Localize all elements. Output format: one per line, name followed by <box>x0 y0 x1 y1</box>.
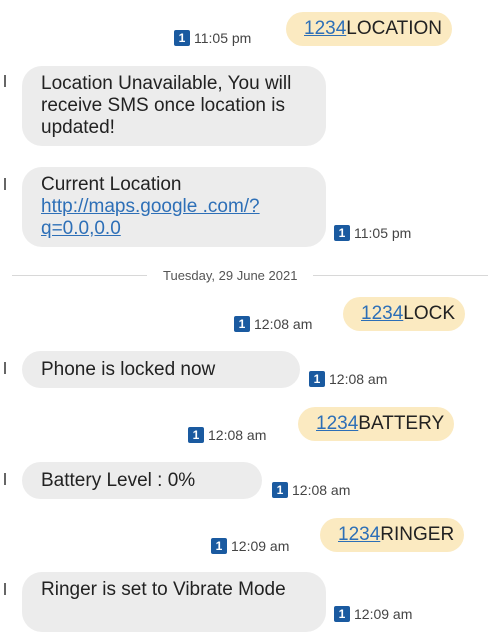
sim-1-icon: 1 <box>234 316 250 332</box>
message-time: 12:08 am <box>208 427 267 443</box>
phone-number-link[interactable]: 1234 <box>361 303 403 324</box>
sim-1-icon: 1 <box>174 30 190 46</box>
phone-number-link[interactable]: 1234 <box>304 18 346 39</box>
avatar-edge <box>4 75 6 87</box>
phone-number-link[interactable]: 1234 <box>338 524 380 545</box>
sent-message-bubble[interactable]: 1234BATTERY <box>298 407 455 441</box>
sim-1-icon: 1 <box>188 427 204 443</box>
sent-message-bubble[interactable]: 1234LOCK <box>343 297 466 331</box>
message-meta: 1 12:08 am <box>272 482 350 498</box>
message-meta: 1 12:08 am <box>188 427 266 443</box>
received-message-bubble[interactable]: Phone is locked now <box>22 351 300 388</box>
avatar-edge <box>4 583 6 595</box>
message-time: 12:08 am <box>292 482 351 498</box>
received-message-bubble[interactable]: Current Location http://maps.google .com… <box>22 167 326 247</box>
date-divider: Tuesday, 29 June 2021 <box>12 268 488 283</box>
message-text: Current Location <box>41 174 182 195</box>
divider-line <box>313 275 488 276</box>
maps-link[interactable]: http://maps.google .com/?q=0.0,0.0 <box>41 196 276 240</box>
avatar-edge <box>4 362 6 374</box>
phone-number-link[interactable]: 1234 <box>316 413 358 434</box>
message-time: 11:05 pm <box>194 30 252 46</box>
date-label: Tuesday, 29 June 2021 <box>163 268 298 283</box>
message-meta: 1 12:08 am <box>309 371 387 387</box>
received-message-bubble[interactable]: Location Unavailable, You will receive S… <box>22 66 326 146</box>
sent-message-bubble[interactable]: 1234LOCATION <box>286 12 452 46</box>
message-thread: 1 11:05 pm 1234LOCATION Location Unavail… <box>0 0 491 632</box>
sim-1-icon: 1 <box>272 482 288 498</box>
sms-command: BATTERY <box>358 413 445 434</box>
message-time: 12:08 am <box>329 371 388 387</box>
message-text: Battery Level : 0% <box>41 470 196 491</box>
sim-1-icon: 1 <box>334 225 350 241</box>
sent-message-bubble[interactable]: 1234RINGER <box>320 518 465 552</box>
received-message-bubble[interactable]: Ringer is set to Vibrate Mode <box>22 572 326 632</box>
message-time: 12:08 am <box>254 316 313 332</box>
sms-command: RINGER <box>380 524 455 545</box>
avatar-edge <box>4 178 6 190</box>
message-meta: 1 11:05 pm <box>174 30 251 46</box>
message-time: 11:05 pm <box>354 225 412 241</box>
sms-command: LOCATION <box>346 18 442 39</box>
message-time: 12:09 am <box>231 538 290 554</box>
message-text: Ringer is set to Vibrate Mode <box>41 579 286 600</box>
sim-1-icon: 1 <box>211 538 227 554</box>
sms-command: LOCK <box>403 303 456 324</box>
message-text: Location Unavailable, You will receive S… <box>41 73 292 138</box>
sim-1-icon: 1 <box>309 371 325 387</box>
message-meta: 1 12:09 am <box>211 538 289 554</box>
message-meta: 1 12:08 am <box>234 316 312 332</box>
divider-line <box>12 275 147 276</box>
avatar-edge <box>4 473 6 485</box>
received-message-bubble[interactable]: Battery Level : 0% <box>22 462 262 499</box>
message-text: Phone is locked now <box>41 359 216 380</box>
message-meta: 1 11:05 pm <box>334 225 411 241</box>
